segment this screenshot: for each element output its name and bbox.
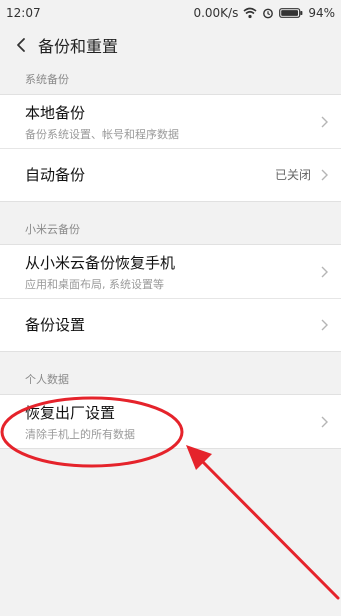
auto-backup-item[interactable]: 自动备份 已关闭: [0, 148, 341, 201]
section-label-cloud: 小米云备份: [25, 223, 80, 236]
annotation-arrow: [194, 453, 340, 600]
backup-settings-title: 备份设置: [25, 316, 86, 334]
factory-reset-texts: 恢复出厂设置 清除手机上的所有数据: [25, 402, 319, 442]
group-personal: 恢复出厂设置 清除手机上的所有数据: [0, 394, 341, 449]
auto-backup-texts: 自动备份: [25, 164, 275, 185]
local-backup-texts: 本地备份 备份系统设置、帐号和程序数据: [25, 102, 319, 142]
cloud-restore-subtitle: 应用和桌面布局, 系统设置等: [25, 277, 164, 291]
chevron-right-icon: [321, 319, 328, 330]
cloud-restore-texts: 从小米云备份恢复手机 应用和桌面布局, 系统设置等: [25, 252, 319, 292]
cloud-restore-title: 从小米云备份恢复手机: [25, 253, 176, 272]
chevron-right-icon: [321, 416, 328, 427]
battery-icon: [279, 8, 303, 18]
status-bar: 12:07 0.00K/s 94%: [0, 0, 341, 26]
factory-reset-title: 恢复出厂设置: [25, 403, 116, 422]
alarm-icon: [263, 8, 274, 19]
group-cloud: 从小米云备份恢复手机 应用和桌面布局, 系统设置等 备份设置: [0, 244, 341, 352]
backup-settings-item[interactable]: 备份设置: [0, 298, 341, 351]
auto-backup-title: 自动备份: [25, 166, 86, 184]
battery-percent: 94%: [308, 6, 335, 20]
chevron-right-icon: [321, 169, 328, 180]
status-time: 12:07: [6, 6, 41, 20]
chevron-right-icon: [321, 116, 328, 127]
local-backup-title: 本地备份: [25, 103, 86, 122]
status-right: 0.00K/s 94%: [193, 6, 335, 20]
factory-reset-item[interactable]: 恢复出厂设置 清除手机上的所有数据: [0, 395, 341, 448]
chevron-left-icon: [17, 38, 25, 52]
group-system: 本地备份 备份系统设置、帐号和程序数据 自动备份 已关闭: [0, 94, 341, 202]
backup-settings-texts: 备份设置: [25, 314, 319, 335]
back-button[interactable]: [10, 34, 32, 56]
local-backup-item[interactable]: 本地备份 备份系统设置、帐号和程序数据: [0, 95, 341, 148]
factory-reset-subtitle: 清除手机上的所有数据: [25, 427, 135, 441]
section-label-system: 系统备份: [25, 73, 69, 86]
local-backup-subtitle: 备份系统设置、帐号和程序数据: [25, 127, 179, 141]
auto-backup-status: 已关闭: [274, 168, 311, 182]
page-title: 备份和重置: [38, 37, 119, 56]
wifi-icon: [243, 7, 257, 19]
chevron-right-icon: [321, 266, 328, 277]
section-label-personal: 个人数据: [25, 373, 69, 386]
cloud-restore-item[interactable]: 从小米云备份恢复手机 应用和桌面布局, 系统设置等: [0, 245, 341, 298]
network-speed: 0.00K/s: [193, 6, 239, 20]
app-bar: 备份和重置: [0, 26, 341, 64]
